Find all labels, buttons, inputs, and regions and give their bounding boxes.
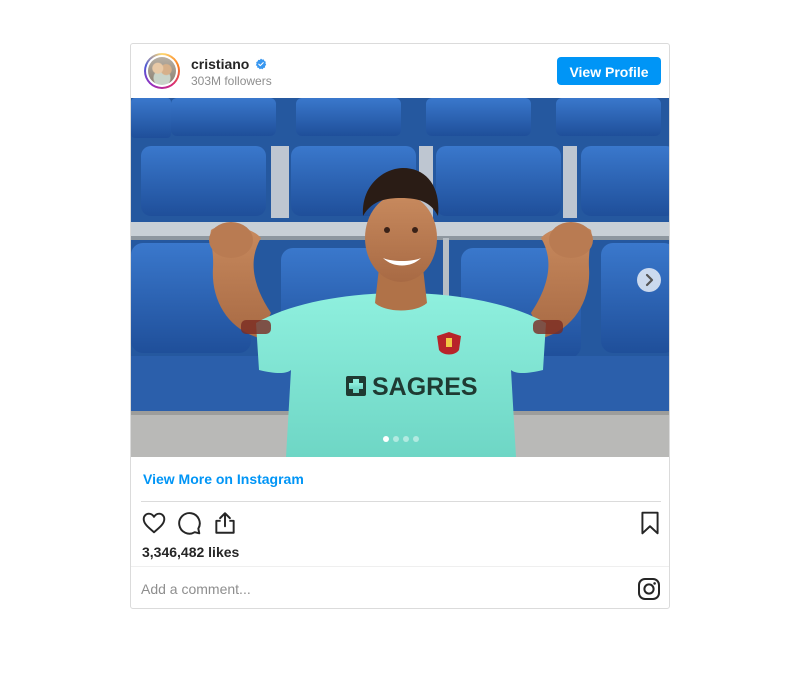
post-header: cristiano 303M followers View Profile bbox=[131, 44, 669, 98]
like-count: 3,346,482 likes bbox=[142, 544, 240, 560]
instagram-icon[interactable] bbox=[637, 577, 661, 601]
follower-count: 303M followers bbox=[191, 74, 272, 88]
instagram-embed-card: cristiano 303M followers View Profile SA… bbox=[130, 43, 670, 609]
carousel-next-button[interactable] bbox=[637, 268, 661, 292]
carousel-dot bbox=[383, 436, 389, 442]
heart-icon[interactable] bbox=[141, 510, 167, 536]
divider bbox=[141, 501, 661, 502]
avatar-photo bbox=[148, 57, 176, 85]
carousel-dot bbox=[413, 436, 419, 442]
avatar[interactable] bbox=[144, 53, 180, 89]
view-profile-button[interactable]: View Profile bbox=[557, 57, 661, 85]
post-photo: SAGRES bbox=[131, 98, 669, 457]
chevron-right-icon bbox=[645, 273, 654, 287]
share-icon[interactable] bbox=[212, 510, 238, 536]
view-more-link[interactable]: View More on Instagram bbox=[143, 471, 304, 487]
carousel-dot bbox=[393, 436, 399, 442]
comment-icon[interactable] bbox=[176, 510, 202, 536]
carousel-indicator bbox=[383, 436, 419, 442]
jersey-sponsor-text: SAGRES bbox=[372, 373, 478, 401]
divider bbox=[131, 566, 669, 567]
post-image[interactable]: SAGRES bbox=[131, 98, 669, 457]
username[interactable]: cristiano bbox=[191, 56, 249, 72]
comment-input[interactable] bbox=[141, 575, 601, 603]
verified-badge-icon bbox=[255, 58, 267, 70]
bookmark-icon[interactable] bbox=[637, 510, 663, 536]
carousel-dot bbox=[403, 436, 409, 442]
